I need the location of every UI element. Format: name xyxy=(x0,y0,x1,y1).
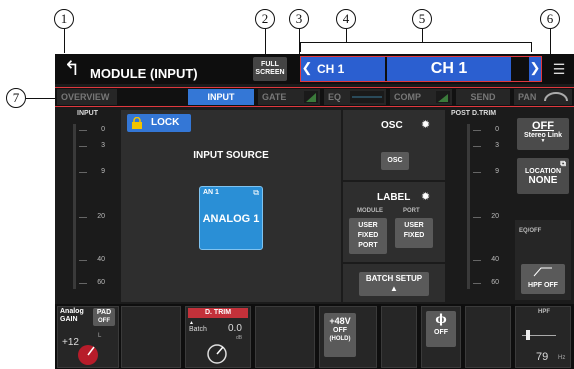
batch-setup-area: BATCH SETUP ▲ xyxy=(343,264,445,302)
full-screen-button[interactable]: FULL SCREEN xyxy=(253,57,287,81)
tab-comp[interactable]: COMP xyxy=(390,89,452,105)
label-settings-gear-icon[interactable]: ✹ xyxy=(421,190,430,203)
digital-trim-knob[interactable]: D. TRIM ▲ Batch 0.0 dB xyxy=(185,306,251,368)
callout-7: 7 xyxy=(6,88,26,108)
callout-4: 4 xyxy=(336,9,356,29)
eq-hpf-area: EQ/OFF HPF OFF xyxy=(515,220,571,300)
callout-2: 2 xyxy=(255,9,275,29)
hpf-off-button[interactable]: HPF OFF xyxy=(521,264,565,294)
empty-cell-2 xyxy=(255,306,315,368)
osc-button[interactable]: OSC xyxy=(381,152,409,170)
mixer-screen: ↰ MODULE (INPUT) FULL SCREEN ❮ CH 1 CH 1… xyxy=(55,54,574,369)
label-panel: LABEL ✹ MODULE PORT USER FIXED PORT USER… xyxy=(343,182,445,262)
tab-gate[interactable]: GATE xyxy=(258,89,320,105)
tab-eq[interactable]: EQ xyxy=(324,89,386,105)
channel-highlight-frame xyxy=(300,56,542,82)
hpf-curve-icon xyxy=(533,267,552,277)
tab-overview[interactable]: OVERVIEW xyxy=(57,89,117,105)
dtrim-knob-icon xyxy=(207,344,227,364)
callout-1: 1 xyxy=(54,9,74,29)
post-dtrim-meter: POST D.TRIM 0 3 9 20 40 60 xyxy=(449,108,509,303)
input-source-title: INPUT SOURCE xyxy=(193,150,269,161)
tab-pan[interactable]: PAN xyxy=(514,89,572,105)
callout-3: 3 xyxy=(289,9,309,29)
osc-panel: OSC ✹ OSC xyxy=(343,110,445,180)
input-source-panel: LOCK INPUT SOURCE AN 1 ⧉ ANALOG 1 xyxy=(121,110,341,302)
empty-cell-1 xyxy=(121,306,181,368)
phantom-power-area: +48V OFF (HOLD) xyxy=(319,306,377,368)
gate-thumbnail-icon xyxy=(304,91,318,103)
input-source-button[interactable]: AN 1 ⧉ ANALOG 1 xyxy=(199,186,263,250)
empty-cell-3 xyxy=(381,306,417,368)
popup-icon: ⧉ xyxy=(253,188,259,197)
pad-button[interactable]: PAD OFF xyxy=(93,308,115,326)
tab-send[interactable]: SEND xyxy=(456,89,510,105)
empty-cell-4 xyxy=(465,306,511,368)
phase-area: ϕ OFF xyxy=(421,306,461,368)
eq-thumbnail-icon xyxy=(350,91,384,103)
phase-button[interactable]: ϕ OFF xyxy=(426,311,456,347)
lock-button[interactable]: LOCK xyxy=(127,114,191,132)
lock-icon xyxy=(132,117,142,129)
pan-knob-icon xyxy=(544,92,568,102)
osc-settings-gear-icon[interactable]: ✹ xyxy=(421,118,430,131)
location-button[interactable]: ⧉ LOCATION NONE xyxy=(517,158,569,194)
batch-setup-button[interactable]: BATCH SETUP ▲ xyxy=(359,272,429,296)
popup-icon: ⧉ xyxy=(560,159,566,168)
port-label-button[interactable]: USER FIXED xyxy=(395,218,433,248)
phantom-power-button[interactable]: +48V OFF (HOLD) xyxy=(324,313,356,357)
callout-5: 5 xyxy=(412,9,432,29)
input-meter: INPUT 0 3 9 20 40 60 xyxy=(55,108,119,303)
callout-6: 6 xyxy=(540,9,560,29)
stereo-link-button[interactable]: OFF Stereo Link ▼ xyxy=(517,118,569,150)
back-arrow-icon[interactable]: ↰ xyxy=(59,57,85,81)
tab-bar: OVERVIEW INPUT GATE EQ COMP SEND PAN xyxy=(55,88,574,106)
screen-title: MODULE (INPUT) xyxy=(90,66,198,81)
gain-knob-icon xyxy=(78,345,98,365)
comp-thumbnail-icon xyxy=(436,91,450,103)
manual-figure: { "callouts": ["1", "2", "3", "4", "5", … xyxy=(0,0,574,369)
tab-input[interactable]: INPUT xyxy=(188,89,254,105)
hpf-frequency-knob[interactable]: HPF 79 Hz xyxy=(515,306,571,368)
hpf-slider-handle[interactable] xyxy=(526,330,530,340)
module-label-button[interactable]: USER FIXED PORT xyxy=(349,218,387,254)
menu-icon[interactable]: ☰ xyxy=(550,60,568,78)
